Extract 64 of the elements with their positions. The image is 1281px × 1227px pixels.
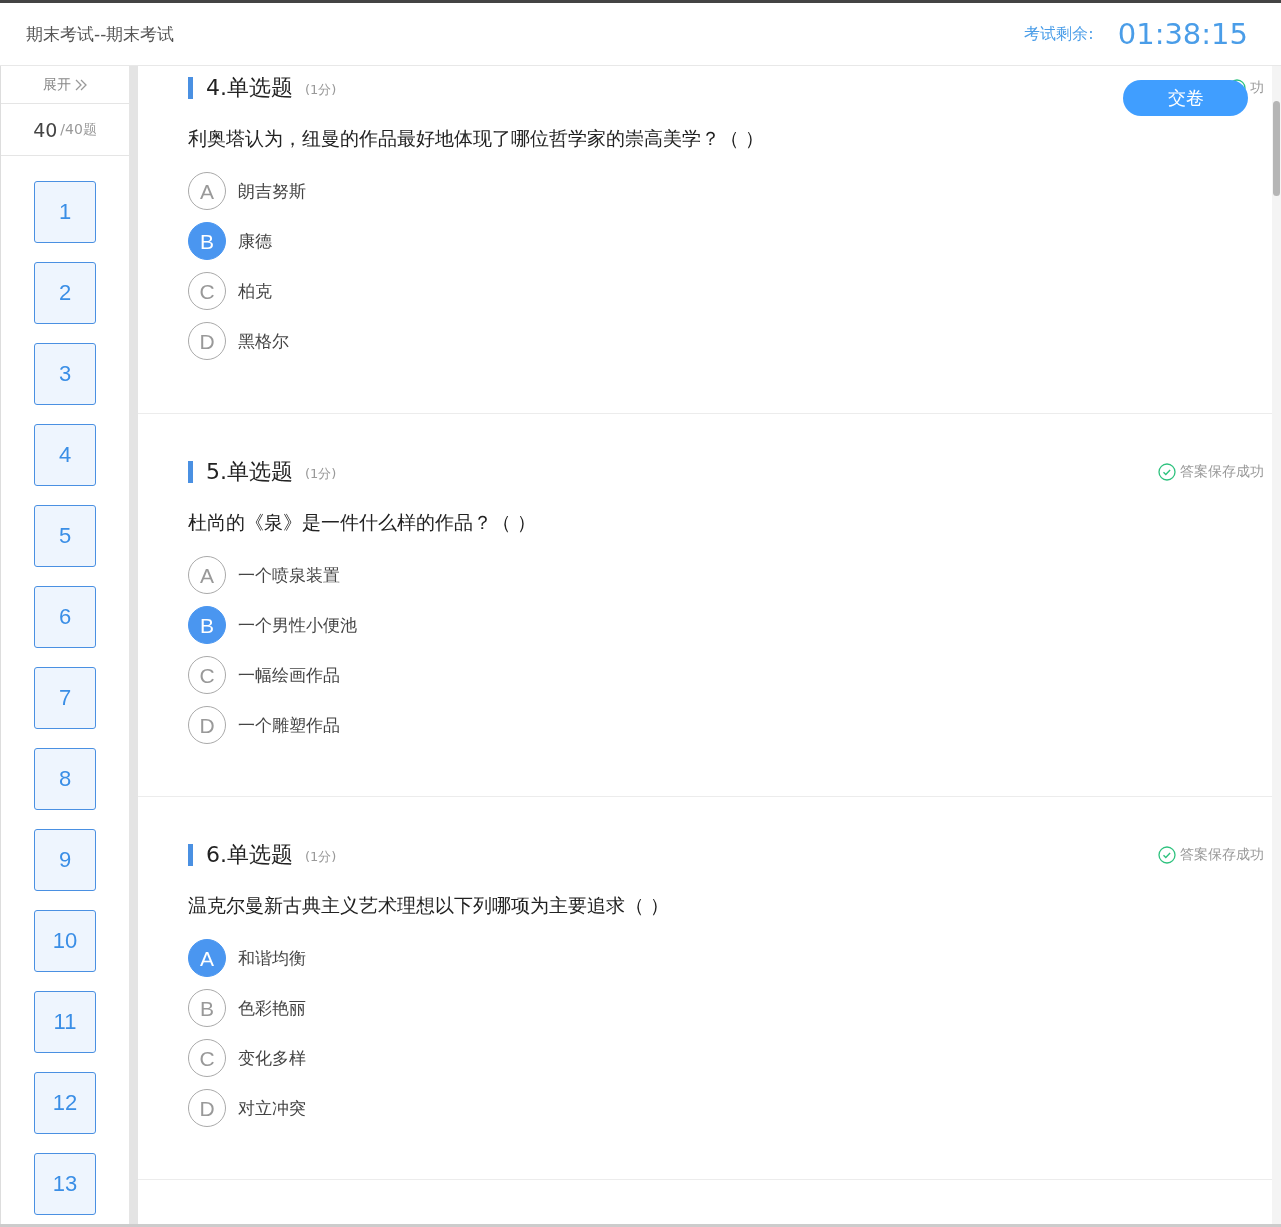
expand-button[interactable]: 展开	[1, 66, 129, 104]
question-number-button[interactable]: 6	[34, 586, 96, 648]
option-letter: D	[199, 1097, 215, 1119]
option-letter: A	[200, 564, 214, 586]
question-number-button[interactable]: 7	[34, 667, 96, 729]
question-text: 温克尔曼新古典主义艺术理想以下列哪项为主要追求（ ）	[188, 893, 671, 918]
question-title: 4.单选题	[206, 74, 293, 102]
option-letter: B	[200, 997, 214, 1019]
option-label[interactable]: 朗吉努斯	[238, 179, 306, 203]
question-number-button[interactable]: 9	[34, 829, 96, 891]
option-letter: D	[199, 714, 215, 736]
question-score: (1分)	[305, 465, 337, 483]
question-text: 利奥塔认为，纽曼的作品最好地体现了哪位哲学家的崇高美学？（ ）	[188, 126, 766, 151]
option-letter: B	[200, 230, 214, 252]
option-radio[interactable]	[188, 939, 226, 977]
save-status: 答案保存成功	[1180, 846, 1264, 864]
question-number-button[interactable]: 3	[34, 343, 96, 405]
double-chevron-icon	[75, 78, 87, 91]
question-number-button[interactable]: 10	[34, 910, 96, 972]
question-text: 杜尚的《泉》是一件什么样的作品？（ ）	[188, 510, 538, 535]
question-title: 5.单选题	[206, 458, 293, 486]
option-label[interactable]: 色彩艳丽	[238, 996, 306, 1020]
exam-title: 期末考试--期末考试	[26, 22, 176, 46]
question-number-button[interactable]: 8	[34, 748, 96, 810]
title-accent-bar	[188, 461, 193, 483]
option-label[interactable]: 康德	[238, 229, 272, 253]
option-letter: D	[199, 330, 215, 352]
question-score: (1分)	[305, 848, 337, 866]
question-number-button[interactable]: 13	[34, 1153, 96, 1215]
option-label[interactable]: 一个雕塑作品	[238, 713, 340, 737]
timer-label: 考试剩余:	[1024, 23, 1094, 45]
option-letter: C	[199, 1047, 215, 1069]
question-score: (1分)	[305, 81, 337, 99]
question-number-button[interactable]: 4	[34, 424, 96, 486]
option-letter: C	[199, 664, 215, 686]
option-label[interactable]: 黑格尔	[238, 329, 289, 353]
countdown-timer: 01:38:15	[1117, 17, 1248, 51]
total-count: /40题	[60, 120, 97, 139]
option-label[interactable]: 柏克	[238, 279, 272, 303]
title-accent-bar	[188, 77, 193, 99]
save-status: 答案保存成功	[1180, 463, 1264, 481]
question-number-button[interactable]: 12	[34, 1072, 96, 1134]
option-letter: B	[200, 614, 214, 636]
option-letter: C	[199, 280, 215, 302]
question-number-button[interactable]: 5	[34, 505, 96, 567]
option-letter: A	[200, 947, 214, 969]
question-number-button[interactable]: 2	[34, 262, 96, 324]
option-label[interactable]: 对立冲突	[238, 1096, 306, 1120]
option-label[interactable]: 一幅绘画作品	[238, 663, 340, 687]
option-radio[interactable]	[188, 222, 226, 260]
question-title: 6.单选题	[206, 841, 293, 869]
option-letter: A	[200, 180, 214, 202]
scrollbar-thumb[interactable]	[1273, 101, 1280, 196]
save-status: 功	[1250, 79, 1264, 97]
option-label[interactable]: 和谐均衡	[238, 946, 306, 970]
option-label[interactable]: 一个喷泉装置	[238, 563, 340, 587]
question-number-button[interactable]: 11	[34, 991, 96, 1053]
option-label[interactable]: 一个男性小便池	[238, 613, 357, 637]
title-accent-bar	[188, 844, 193, 866]
question-number-button[interactable]: 1	[34, 181, 96, 243]
option-radio[interactable]	[188, 606, 226, 644]
answered-count: 40	[33, 118, 58, 141]
submit-button[interactable]: 交卷	[1123, 80, 1248, 116]
option-label[interactable]: 变化多样	[238, 1046, 306, 1070]
